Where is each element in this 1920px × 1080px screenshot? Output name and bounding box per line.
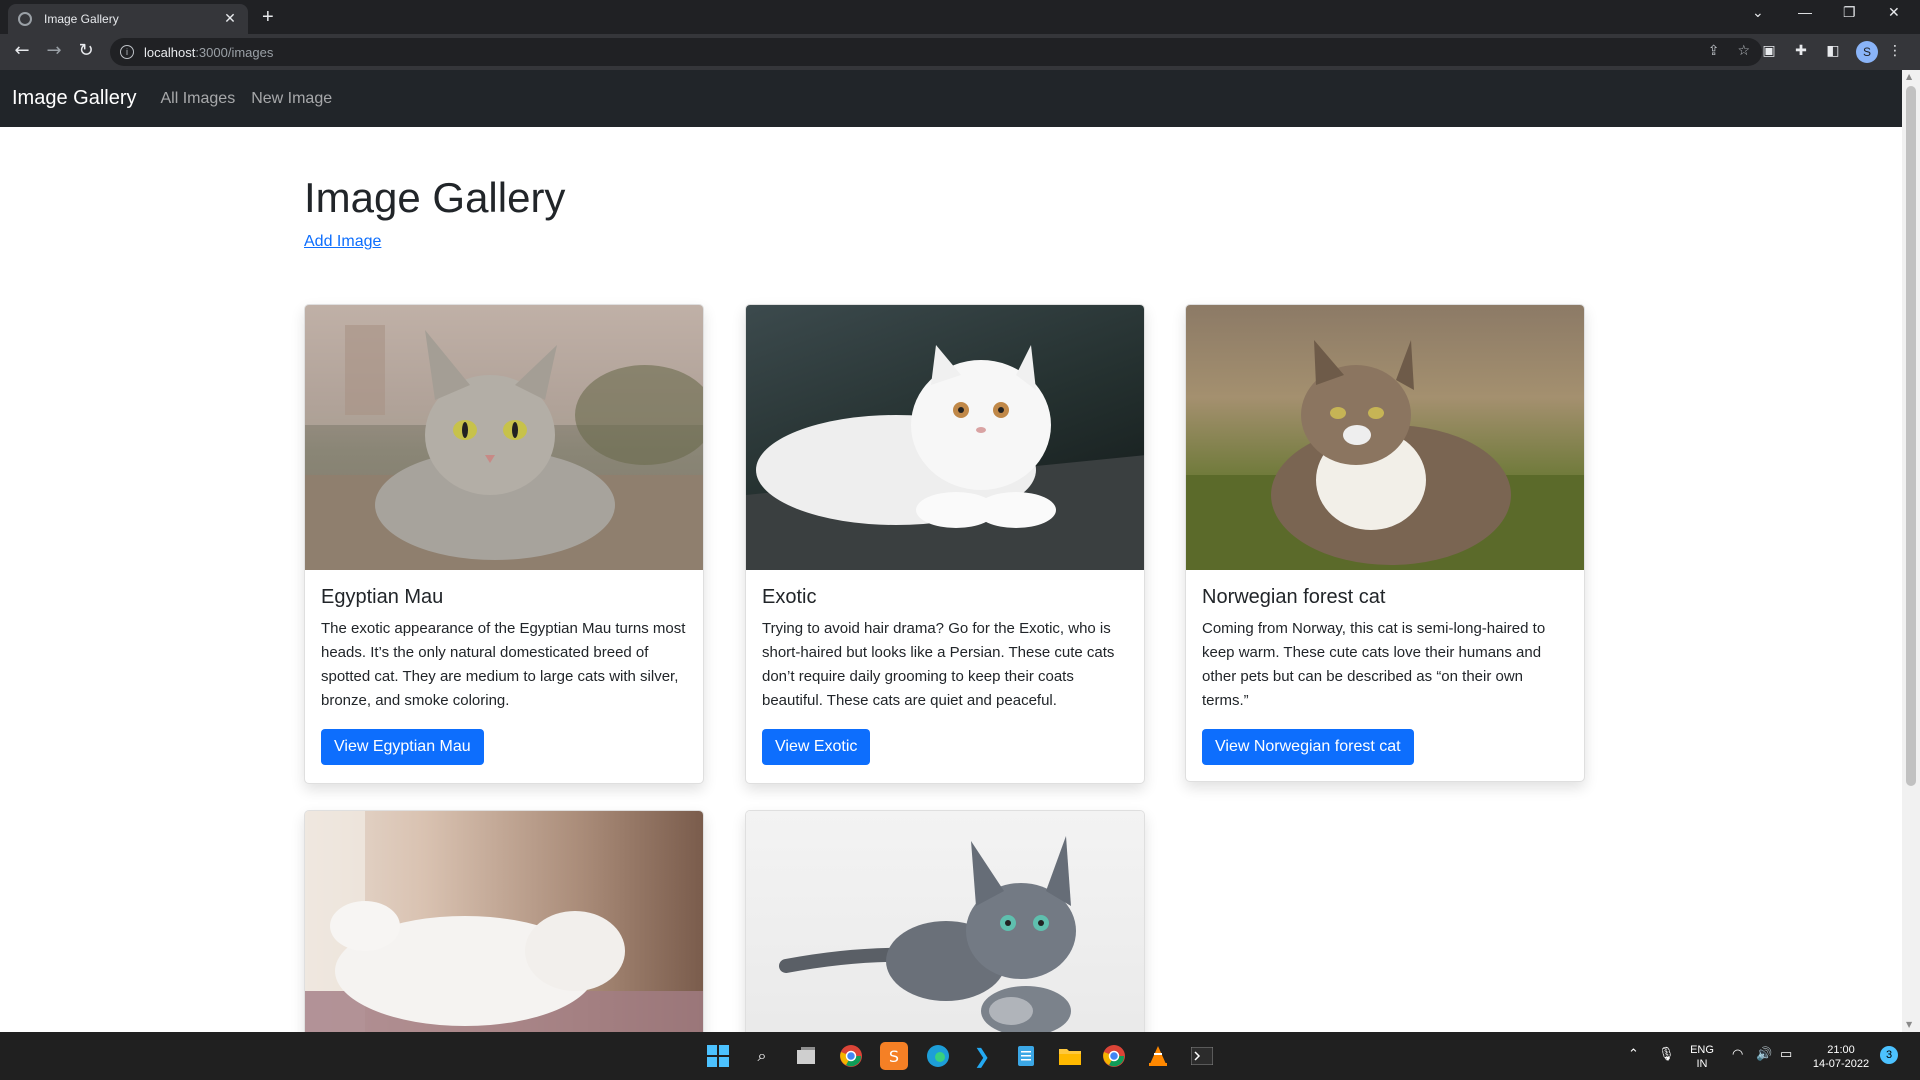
browser-tabstrip: Image Gallery ✕ + ⌄ — ❐ ✕ — [0, 0, 1920, 34]
site-navbar: Image Gallery All Images New Image — [0, 70, 1902, 127]
edge-icon[interactable] — [924, 1042, 952, 1070]
vlc-icon[interactable] — [1144, 1042, 1172, 1070]
menu-kebab-icon[interactable]: ⋮ — [1886, 43, 1904, 59]
url-path: :3000/images — [195, 44, 274, 60]
terminal-icon[interactable] — [1188, 1042, 1216, 1070]
forward-button[interactable]: → — [42, 40, 66, 61]
scroll-down-arrow-icon[interactable]: ▼ — [1906, 1020, 1912, 1029]
back-button[interactable]: ← — [10, 40, 34, 61]
side-panel-icon[interactable]: ◧ — [1824, 43, 1842, 59]
microphone-icon[interactable]: 🎙 — [1658, 1046, 1675, 1062]
search-icon[interactable]: ⌕ — [748, 1042, 776, 1070]
card-text: The exotic appearance of the Egyptian Ma… — [321, 620, 686, 709]
image-card-norwegian-forest-cat: Norwegian forest cat Coming from Norway,… — [1185, 304, 1585, 782]
card-title: Exotic — [762, 586, 817, 608]
new-tab-button[interactable]: + — [262, 6, 274, 29]
cat-image-norwegian-forest-cat — [1186, 305, 1584, 570]
extensions-icon[interactable]: ✚ — [1792, 43, 1810, 59]
add-image-link[interactable]: Add Image — [304, 233, 381, 251]
show-hidden-icons-icon[interactable]: ⌃ — [1628, 1046, 1639, 1062]
view-egyptian-mau-button[interactable]: View Egyptian Mau — [321, 729, 484, 765]
vscode-icon[interactable]: ❯ — [968, 1042, 996, 1070]
card-title: Norwegian forest cat — [1202, 586, 1386, 608]
tab-title: Image Gallery — [44, 12, 119, 26]
share-icon[interactable]: ⇪ — [1708, 43, 1720, 59]
navbar-brand[interactable]: Image Gallery — [12, 87, 137, 110]
page-title: Image Gallery — [304, 174, 566, 221]
cat-image-exotic — [746, 305, 1144, 570]
bookmark-star-icon[interactable]: ☆ — [1737, 43, 1750, 59]
cat-image-egyptian-mau — [305, 305, 703, 570]
task-view-icon[interactable] — [792, 1042, 820, 1070]
browser-tab[interactable]: Image Gallery ✕ — [8, 4, 248, 34]
profile-avatar[interactable]: S — [1856, 41, 1878, 63]
volume-icon[interactable]: 🔊 — [1756, 1046, 1772, 1062]
notification-badge[interactable]: 3 — [1880, 1046, 1898, 1064]
info-icon[interactable]: i — [120, 45, 134, 59]
windows-start-icon[interactable] — [704, 1042, 732, 1070]
minimize-button[interactable]: — — [1798, 4, 1812, 20]
page-scrollbar[interactable]: ▲ ▼ — [1902, 70, 1920, 1032]
notepad-icon[interactable] — [1012, 1042, 1040, 1070]
restore-button[interactable]: ❐ — [1843, 4, 1856, 21]
tab-search-icon[interactable]: ⌄ — [1752, 4, 1764, 21]
globe-icon — [18, 12, 32, 26]
wifi-icon[interactable]: ◠ — [1732, 1046, 1743, 1062]
chrome-icon[interactable] — [837, 1042, 865, 1070]
nav-link-all-images[interactable]: All Images — [161, 90, 236, 108]
scroll-up-arrow-icon[interactable]: ▲ — [1906, 72, 1912, 81]
image-card-exotic: Exotic Trying to avoid hair drama? Go fo… — [745, 304, 1145, 784]
browser-toolbar: ← → ↻ i localhost:3000/images ⇪ ☆ ▣ ✚ ◧ … — [0, 34, 1920, 70]
nav-link-new-image[interactable]: New Image — [251, 90, 332, 108]
card-text: Trying to avoid hair drama? Go for the E… — [762, 620, 1115, 709]
view-norwegian-forest-cat-button[interactable]: View Norwegian forest cat — [1202, 729, 1414, 765]
address-bar[interactable]: i localhost:3000/images ⇪ ☆ — [110, 38, 1762, 66]
card-title: Egyptian Mau — [321, 586, 444, 608]
card-text: Coming from Norway, this cat is semi-lon… — [1202, 620, 1546, 709]
battery-icon[interactable]: ▭ — [1780, 1046, 1792, 1062]
sublime-text-icon[interactable]: S — [880, 1042, 908, 1070]
image-card-egyptian-mau: Egyptian Mau The exotic appearance of th… — [304, 304, 704, 784]
scroll-thumb[interactable] — [1906, 86, 1916, 786]
chrome-profile-icon[interactable] — [1100, 1042, 1128, 1070]
clock[interactable]: 21:00 14-07-2022 — [1806, 1043, 1876, 1071]
close-tab-icon[interactable]: ✕ — [222, 11, 238, 27]
url-host: localhost — [144, 44, 196, 60]
file-explorer-icon[interactable] — [1056, 1042, 1084, 1070]
language-indicator[interactable]: ENG IN — [1682, 1043, 1722, 1071]
windows-taskbar: ⌕ S ❯ ⌃ 🎙 ENG IN ◠ 🔊 ▭ 21:00 14-07-2022 — [0, 1032, 1920, 1080]
view-exotic-button[interactable]: View Exotic — [762, 729, 871, 765]
reload-button[interactable]: ↻ — [74, 40, 98, 61]
close-window-button[interactable]: ✕ — [1888, 4, 1900, 21]
cast-icon[interactable]: ▣ — [1760, 43, 1778, 59]
